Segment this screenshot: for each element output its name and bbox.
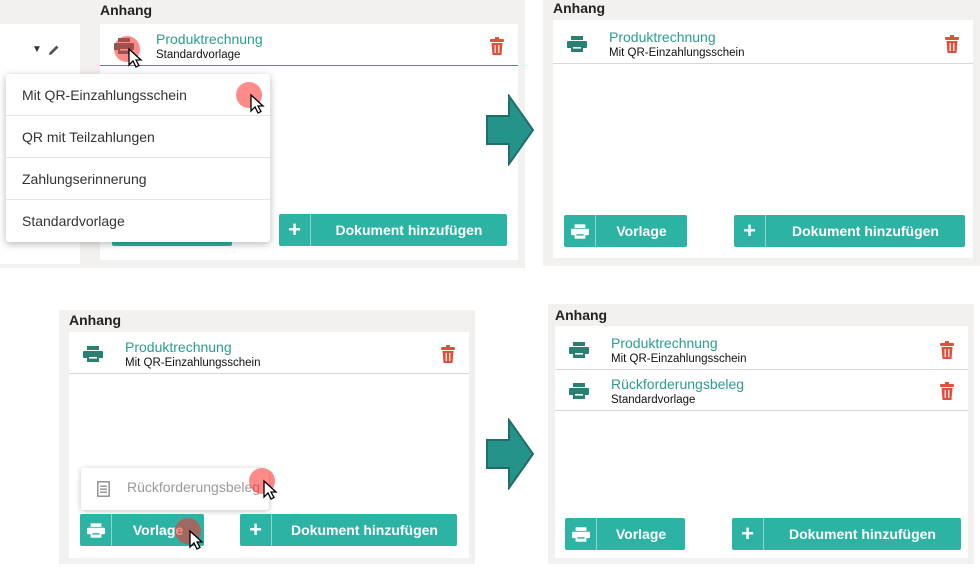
attachment-title: Anhang xyxy=(100,2,153,18)
printer-icon[interactable] xyxy=(567,36,587,52)
add-document-button[interactable]: + Dokument hinzufügen xyxy=(279,214,507,246)
trash-icon[interactable] xyxy=(441,345,455,363)
attachment-name[interactable]: Produktrechnung xyxy=(611,335,718,351)
add-document-label: Dokument hinzufügen xyxy=(291,522,438,538)
attachment-name[interactable]: Produktrechnung xyxy=(125,339,232,355)
dropdown-option-standardvorlage[interactable]: Standardvorlage xyxy=(6,200,270,242)
printer-icon xyxy=(564,215,596,247)
plus-icon: + xyxy=(734,215,766,247)
attachment-name[interactable]: Produktrechnung xyxy=(156,31,263,47)
tutorial-composite: ▼ Anhang Produktrechnung Standardvorlage xyxy=(0,0,980,570)
template-label: Vorlage xyxy=(616,223,667,239)
cursor-icon xyxy=(249,468,278,500)
add-document-button[interactable]: + Dokument hinzufügen xyxy=(240,514,457,546)
template-dropdown: Mit QR-Einzahlungsschein QR mit Teilzahl… xyxy=(6,74,270,242)
arrow-right-icon xyxy=(486,418,535,490)
attachment-item[interactable]: Produktrechnung Mit QR-Einzahlungsschein xyxy=(555,330,968,370)
template-button[interactable]: Vorlage xyxy=(564,215,687,247)
dropdown-option-qr-einzahlungsschein[interactable]: Mit QR-Einzahlungsschein xyxy=(6,74,270,116)
attachment-template: Standardvorlage xyxy=(611,394,696,406)
printer-icon[interactable] xyxy=(83,346,103,362)
add-document-label: Dokument hinzufügen xyxy=(335,222,483,238)
field-dropdown-icon[interactable]: ▼ xyxy=(32,44,42,55)
document-icon xyxy=(97,481,110,497)
printer-icon[interactable] xyxy=(569,383,589,399)
popup-option-rueckforderungsbeleg[interactable]: Rückforderungsbeleg xyxy=(127,479,260,495)
attachment-item[interactable]: Rückforderungsbeleg Standardvorlage xyxy=(555,371,968,411)
attachment-list: Produktrechnung Mit QR-Einzahlungsschein xyxy=(69,332,469,558)
attachment-item[interactable]: Produktrechnung Mit QR-Einzahlungsschein xyxy=(553,24,973,64)
panel-step-3: Anhang Produktrechnung Mit QR-Einzahlung… xyxy=(59,310,475,564)
attachment-template: Mit QR-Einzahlungsschein xyxy=(611,353,747,365)
add-document-button[interactable]: + Dokument hinzufügen xyxy=(732,518,961,550)
attachment-item[interactable]: Produktrechnung Standardvorlage xyxy=(100,26,518,66)
plus-icon: + xyxy=(279,214,311,246)
trash-icon[interactable] xyxy=(940,382,954,400)
attachment-item[interactable]: Produktrechnung Mit QR-Einzahlungsschein xyxy=(69,334,469,374)
trash-icon[interactable] xyxy=(945,35,959,53)
dropdown-option-zahlungserinnerung[interactable]: Zahlungserinnerung xyxy=(6,158,270,200)
arrow-right-icon xyxy=(486,94,535,166)
add-document-label: Dokument hinzufügen xyxy=(792,223,939,239)
plus-icon: + xyxy=(240,514,272,546)
cursor-icon xyxy=(236,82,265,114)
attachment-title: Anhang xyxy=(553,0,606,16)
attachment-title: Anhang xyxy=(555,307,608,323)
panel-step-4: Anhang Produktrechnung Mit QR-Einzahlung… xyxy=(548,304,974,564)
attachment-template: Standardvorlage xyxy=(156,49,241,61)
attachment-list: Produktrechnung Mit QR-Einzahlungsschein… xyxy=(553,20,973,258)
plus-icon: + xyxy=(732,518,764,550)
panel-step-1: ▼ Anhang Produktrechnung Standardvorlage xyxy=(0,0,525,268)
template-popup: Rückforderungsbeleg xyxy=(81,468,269,510)
attachment-template: Mit QR-Einzahlungsschein xyxy=(609,47,745,59)
attachment-list: Produktrechnung Mit QR-Einzahlungsschein xyxy=(555,326,968,558)
printer-icon xyxy=(80,514,112,546)
dropdown-option-qr-teilzahlungen[interactable]: QR mit Teilzahlungen xyxy=(6,116,270,158)
pencil-icon[interactable] xyxy=(48,44,60,56)
add-document-button[interactable]: + Dokument hinzufügen xyxy=(734,215,965,247)
cursor-icon xyxy=(175,518,204,550)
trash-icon[interactable] xyxy=(490,37,504,55)
cursor-icon xyxy=(114,36,143,68)
printer-icon[interactable] xyxy=(569,342,589,358)
attachment-name[interactable]: Produktrechnung xyxy=(609,29,716,45)
attachment-title: Anhang xyxy=(69,312,122,328)
attachment-name[interactable]: Rückforderungsbeleg xyxy=(611,376,744,392)
template-button[interactable]: Vorlage xyxy=(565,518,685,550)
trash-icon[interactable] xyxy=(940,341,954,359)
template-label: Vorlage xyxy=(615,526,667,542)
add-document-label: Dokument hinzufügen xyxy=(789,526,936,542)
printer-icon xyxy=(565,518,597,550)
panel-step-2: Anhang Produktrechnung Mit QR-Einzahlung… xyxy=(543,0,980,266)
attachment-template: Mit QR-Einzahlungsschein xyxy=(125,357,261,369)
